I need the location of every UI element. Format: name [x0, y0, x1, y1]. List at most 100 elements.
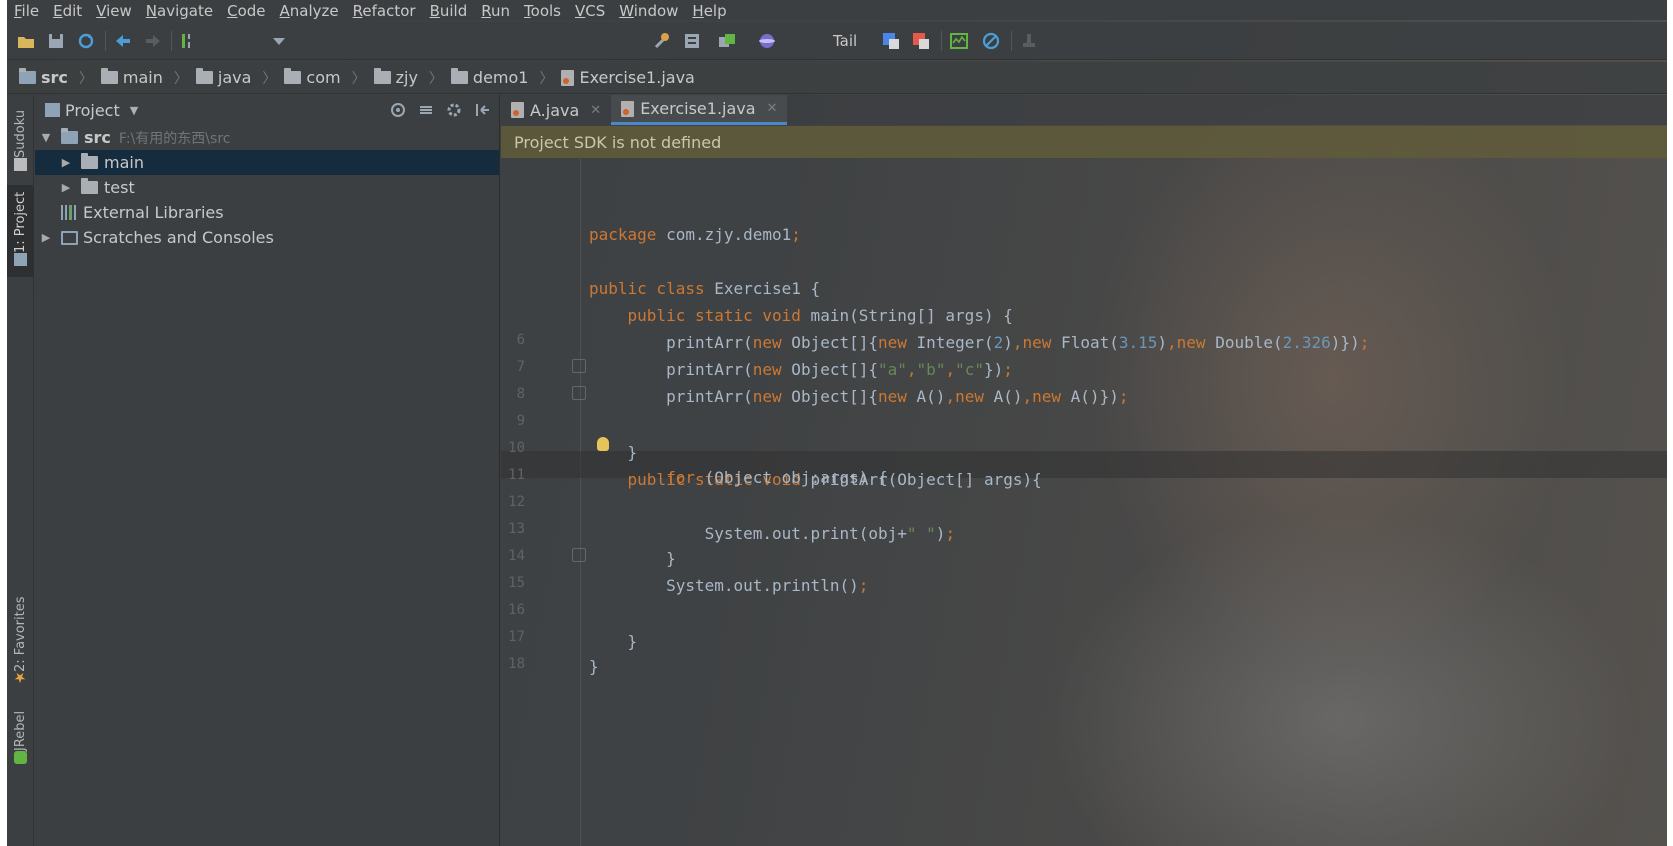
- chevron-down-icon[interactable]: ▼: [130, 104, 138, 117]
- code-line: 12: [508, 494, 525, 510]
- menu-refactor[interactable]: Refactor: [346, 2, 423, 20]
- close-icon[interactable]: ✕: [590, 103, 601, 118]
- code-line: 8 }: [501, 351, 1667, 462]
- translate-alt-icon[interactable]: [911, 31, 931, 51]
- menu-bar: File Edit View Navigate Code Analyze Ref…: [7, 0, 1667, 20]
- project-panel-title[interactable]: Project: [65, 101, 120, 120]
- locate-icon[interactable]: [389, 101, 407, 119]
- tab-a-java[interactable]: A.java ✕: [501, 95, 611, 125]
- menu-window[interactable]: Window: [612, 2, 685, 20]
- deploy-icon[interactable]: [717, 31, 737, 51]
- lightbulb-icon[interactable]: [597, 437, 609, 451]
- code-line: 7 printArr(new Object[]{new A(),new A(),…: [516, 359, 1129, 406]
- code-line: public class Exercise1 {: [589, 279, 821, 298]
- grid-icon: [14, 158, 27, 172]
- structure-icon[interactable]: [682, 31, 702, 51]
- sdk-warning-text: Project SDK is not defined: [514, 132, 722, 152]
- forward-arrow-icon[interactable]: [143, 31, 163, 51]
- menu-tools[interactable]: Tools: [517, 2, 568, 20]
- menu-build[interactable]: Build: [423, 2, 475, 20]
- breadcrumb-java[interactable]: java 〉: [195, 68, 276, 88]
- folder-icon: [373, 68, 391, 84]
- tool-window-strip: Sudoku 1: Project ★ 2: Favorites JRebel: [7, 95, 34, 846]
- tree-item-main[interactable]: ▶ main: [35, 150, 499, 175]
- dropdown-icon[interactable]: [269, 31, 289, 51]
- code-line: 6 printArr(new Object[]{"a","b","c"});: [516, 332, 1013, 379]
- java-file-icon: [561, 69, 575, 86]
- sudoku-tab[interactable]: Sudoku: [7, 105, 34, 180]
- folder-icon: [100, 68, 118, 84]
- menu-edit[interactable]: Edit: [46, 2, 89, 20]
- hide-panel-icon[interactable]: [473, 101, 491, 119]
- java-file-icon: [621, 100, 635, 117]
- stamp-icon[interactable]: [1019, 31, 1039, 51]
- breadcrumb-file[interactable]: Exercise1.java: [561, 68, 695, 87]
- main-toolbar: Tail: [7, 22, 1667, 60]
- collapse-icon[interactable]: [417, 101, 435, 119]
- block-icon[interactable]: [981, 31, 1001, 51]
- code-editor[interactable]: package com.zjy.demo1; public class Exer…: [501, 158, 1667, 846]
- menu-view[interactable]: View: [89, 2, 139, 20]
- menu-analyze[interactable]: Analyze: [273, 2, 346, 20]
- menu-run[interactable]: Run: [474, 2, 517, 20]
- sdk-warning-banner[interactable]: Project SDK is not defined: [501, 126, 1667, 158]
- expanded-arrow-icon[interactable]: ▼: [39, 131, 53, 144]
- menu-code[interactable]: Code: [220, 2, 272, 20]
- build-icon[interactable]: [179, 31, 199, 51]
- folder-icon: [284, 68, 302, 84]
- menu-help[interactable]: Help: [685, 2, 733, 20]
- favorites-tab[interactable]: ★ 2: Favorites: [7, 595, 34, 691]
- sync-icon[interactable]: [76, 31, 96, 51]
- code-line: 17 }: [508, 629, 599, 676]
- translate-icon[interactable]: [881, 31, 901, 51]
- menu-vcs[interactable]: VCS: [568, 2, 612, 20]
- breadcrumb-zjy[interactable]: zjy 〉: [373, 68, 443, 88]
- menu-file[interactable]: File: [7, 2, 46, 20]
- breadcrumb-com[interactable]: com 〉: [284, 68, 366, 88]
- back-arrow-icon[interactable]: [113, 31, 133, 51]
- sphere-icon[interactable]: [757, 31, 777, 51]
- tail-label[interactable]: Tail: [833, 32, 857, 50]
- folder-icon: [81, 178, 98, 194]
- open-folder-icon[interactable]: [16, 31, 36, 51]
- code-line: 16: [508, 602, 525, 618]
- code-line: public static void main(String[] args) {: [627, 306, 1013, 325]
- source-folder-icon: [61, 128, 78, 144]
- tree-item-test[interactable]: ▶ test: [35, 175, 499, 200]
- code-line: 13 }: [508, 521, 676, 568]
- monitor-icon[interactable]: [949, 31, 969, 51]
- wrench-icon[interactable]: [652, 31, 672, 51]
- save-icon[interactable]: [46, 31, 66, 51]
- code-line: 15 }: [501, 540, 1667, 651]
- project-panel-header: Project ▼: [35, 95, 499, 125]
- close-icon[interactable]: ✕: [767, 101, 778, 116]
- menu-navigate[interactable]: Navigate: [139, 2, 220, 20]
- gear-icon[interactable]: [445, 101, 463, 119]
- breadcrumb-src[interactable]: src 〉: [19, 68, 93, 88]
- code-line: 18: [508, 656, 525, 672]
- collapsed-arrow-icon[interactable]: ▶: [39, 231, 53, 244]
- window-frame-right: [1667, 0, 1673, 846]
- fold-marker-icon[interactable]: [572, 386, 586, 400]
- folder-icon: [195, 68, 213, 84]
- tab-exercise1-java[interactable]: Exercise1.java ✕: [611, 95, 788, 125]
- java-file-icon: [511, 102, 524, 118]
- tree-item-external-libraries[interactable]: External Libraries: [35, 200, 499, 225]
- source-folder-icon: [19, 68, 36, 84]
- tree-item-src[interactable]: ▼ src F:\有用的东西\src: [35, 125, 499, 150]
- project-tab[interactable]: 1: Project: [7, 185, 34, 277]
- fold-marker-icon[interactable]: [572, 548, 586, 562]
- collapsed-arrow-icon[interactable]: ▶: [59, 156, 73, 169]
- breadcrumb-main[interactable]: main 〉: [100, 68, 188, 88]
- project-icon: [14, 253, 27, 267]
- code-line: 11 System.out.print(obj+" ");: [501, 432, 1667, 543]
- code-line: 10 for (Object obj:args) {: [508, 440, 888, 487]
- breadcrumb-demo1[interactable]: demo1 〉: [450, 68, 553, 88]
- fold-marker-icon[interactable]: [572, 359, 586, 373]
- code-line: 14 System.out.println();: [508, 548, 869, 595]
- tree-item-scratches[interactable]: ▶ Scratches and Consoles: [35, 225, 499, 250]
- window-frame-left: [0, 0, 7, 846]
- jrebel-tab[interactable]: JRebel: [7, 707, 34, 771]
- breadcrumb: src 〉 main 〉 java 〉 com 〉 zjy 〉 demo1 〉 Exerci…: [7, 62, 1667, 94]
- collapsed-arrow-icon[interactable]: ▶: [59, 181, 73, 194]
